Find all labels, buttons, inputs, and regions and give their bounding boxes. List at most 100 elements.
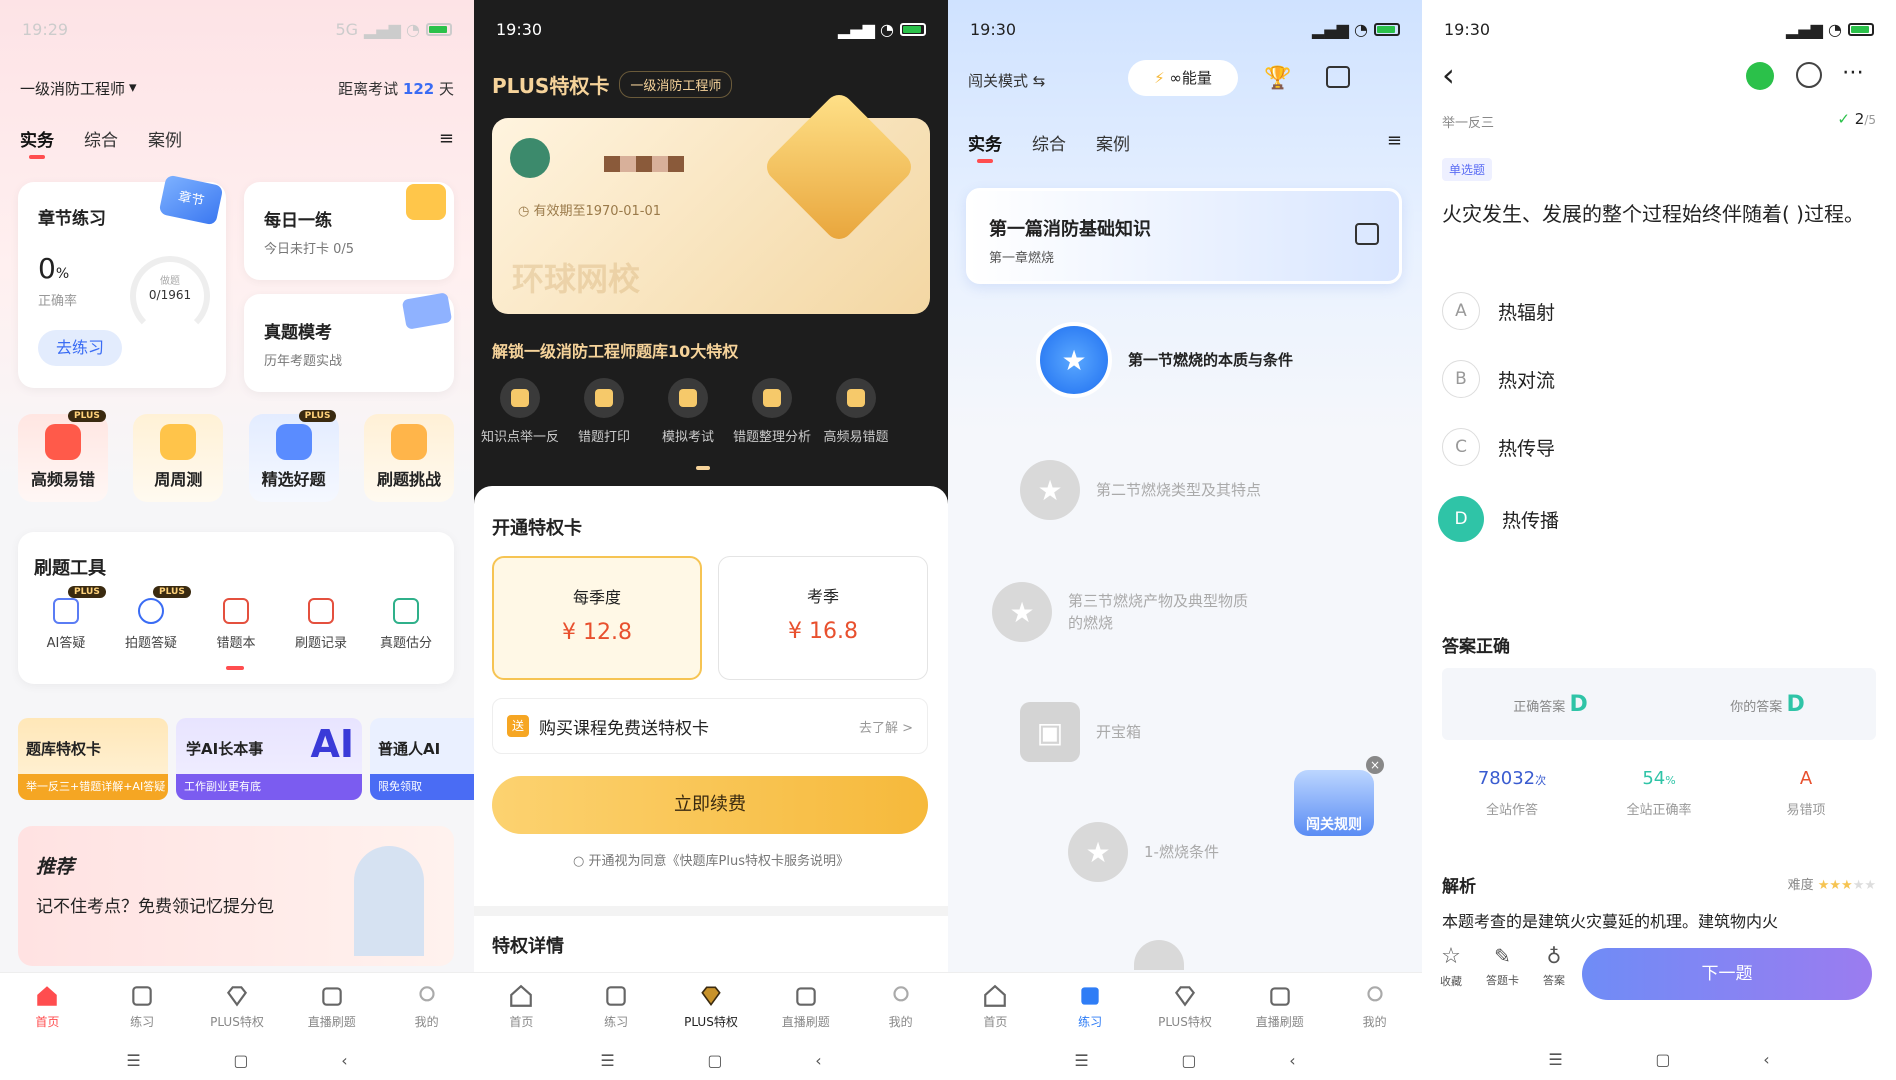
nav-home[interactable]: 首页 <box>7 983 87 1030</box>
back-icon[interactable]: ‹ <box>1763 1050 1769 1069</box>
favorite-button[interactable]: ☆ 收藏 <box>1440 944 1462 989</box>
rules-button[interactable]: 闯关规则 <box>1294 770 1374 836</box>
score-estimate-tool[interactable]: 真题估分 <box>366 598 446 651</box>
square-icon[interactable]: ▢ <box>1181 1051 1196 1070</box>
basket-icon[interactable] <box>1326 66 1350 88</box>
nav-mine[interactable]: 我的 <box>1335 983 1415 1030</box>
option-d[interactable]: D 热传播 <box>1438 496 1872 542</box>
selected-questions-button[interactable]: PLUS 精选好题 <box>248 410 339 502</box>
nav-live[interactable]: 直播刷题 <box>1240 983 1320 1030</box>
mock-exam-card[interactable]: 真题模考 历年考题实战 <box>244 292 454 392</box>
high-freq-errors-button[interactable]: PLUS 高频易错 <box>18 410 108 502</box>
gift-icon: 送 <box>507 715 529 737</box>
nav-plus[interactable]: PLUS特权 <box>1145 983 1225 1030</box>
mode-switch[interactable]: 闯关模式 ⇆ <box>968 70 1045 91</box>
back-icon[interactable]: ‹ <box>1289 1051 1295 1070</box>
square-icon[interactable]: ▢ <box>707 1051 722 1070</box>
home-icon <box>510 984 533 1007</box>
nav-home[interactable]: 首页 <box>955 983 1035 1030</box>
detail-section: 特权详情 <box>474 916 948 976</box>
level-node[interactable]: ★ 第三节燃烧产物及典型物质的燃烧 <box>992 582 1248 642</box>
renew-button[interactable]: 立即续费 <box>492 776 928 834</box>
level-node[interactable]: ★ 第二节燃烧类型及其特点 <box>1020 460 1276 520</box>
level-mode-screen: 19:30 ▂▄▆ ◔ 闯关模式 ⇆ ⚡ ∞能量 🏆 实务 综合 案例 ≡ 第一篇消… <box>948 0 1422 1080</box>
tab-shiwu[interactable]: 实务 <box>968 130 1002 163</box>
more-icon[interactable]: ⋯ <box>1842 60 1864 85</box>
back-icon[interactable]: ‹ <box>341 1051 347 1070</box>
nav-mine[interactable]: 我的 <box>387 983 467 1030</box>
bulb-icon: ♁ <box>1546 944 1562 968</box>
print-icon <box>584 378 624 418</box>
gift-row[interactable]: 送 购买课程免费送特权卡 去了解 > <box>492 698 928 754</box>
banner-privilege-card[interactable]: 题库特权卡 举一反三+错题详解+AI答疑 <box>18 718 168 800</box>
tab-zonghe[interactable]: 综合 <box>84 126 118 151</box>
sort-icon[interactable]: ≡ <box>1387 130 1402 151</box>
record-tool[interactable]: 刷题记录 <box>281 598 361 651</box>
wechat-icon[interactable] <box>1746 62 1774 90</box>
option-b[interactable]: B 热对流 <box>1442 360 1872 398</box>
privilege-item[interactable]: 知识点举一反 <box>478 378 562 445</box>
difficulty-stars: ★★★★★ <box>1818 878 1876 893</box>
avatar <box>510 138 550 178</box>
privilege-item[interactable]: 错题整理分析 <box>730 378 814 445</box>
weekly-test-button[interactable]: 周周测 <box>133 414 224 502</box>
sort-icon[interactable]: ≡ <box>439 128 454 149</box>
tab-zonghe[interactable]: 综合 <box>1032 130 1066 155</box>
banner-ai-free[interactable]: 普通人AI 限免领取 <box>370 718 474 800</box>
nav-practice[interactable]: 练习 <box>576 983 656 1030</box>
privilege-item[interactable]: 高频易错题 <box>814 378 898 445</box>
error-book-tool[interactable]: 错题本 <box>196 598 276 651</box>
check-icon: ✓ <box>1837 110 1850 128</box>
square-icon[interactable]: ▢ <box>1655 1050 1670 1069</box>
back-arrow-icon[interactable]: ‹ <box>1442 56 1455 94</box>
nav-practice[interactable]: 练习 <box>1050 983 1130 1030</box>
menu-icon[interactable]: ☰ <box>600 1051 614 1070</box>
recommend-card[interactable]: 推荐 记不住考点？免费领记忆提分包 <box>18 826 454 966</box>
chapter-card[interactable]: 第一篇消防基础知识 第一章燃烧 <box>966 188 1402 284</box>
pager-dot <box>226 666 244 670</box>
energy-pill[interactable]: ⚡ ∞能量 <box>1128 60 1238 96</box>
answer-button[interactable]: ♁ 答案 <box>1543 944 1565 989</box>
nav-plus[interactable]: PLUS特权 <box>671 983 751 1030</box>
close-icon[interactable]: × <box>1366 756 1384 774</box>
menu-icon[interactable]: ☰ <box>1548 1050 1562 1069</box>
next-question-button[interactable]: 下一题 <box>1582 948 1872 1000</box>
nav-live[interactable]: 直播刷题 <box>766 983 846 1030</box>
plan-season[interactable]: 考季 ¥ 16.8 <box>718 556 928 680</box>
nav-mine[interactable]: 我的 <box>861 983 941 1030</box>
nav-live[interactable]: 直播刷题 <box>292 983 372 1030</box>
nav-home[interactable]: 首页 <box>481 983 561 1030</box>
list-icon[interactable] <box>1355 223 1379 245</box>
tab-shiwu[interactable]: 实务 <box>20 126 54 159</box>
banner-ai-course[interactable]: 学AI长本事 AI 工作副业更有底 <box>176 718 362 800</box>
menu-icon[interactable]: ☰ <box>1074 1051 1088 1070</box>
options-list: A 热辐射 B 热对流 C 热传导 D 热传播 <box>1438 292 1872 572</box>
settings-icon[interactable] <box>1796 62 1822 88</box>
option-c[interactable]: C 热传导 <box>1442 428 1872 466</box>
challenge-button[interactable]: 刷题挑战 <box>363 414 454 502</box>
answer-card-button[interactable]: ✎ 答题卡 <box>1486 944 1519 989</box>
level-node[interactable]: ★ 1-燃烧条件 <box>1068 822 1324 882</box>
menu-icon[interactable]: ☰ <box>126 1051 140 1070</box>
nav-practice[interactable]: 练习 <box>102 983 182 1030</box>
option-a[interactable]: A 热辐射 <box>1442 292 1872 330</box>
treasure-node[interactable]: ▣ 开宝箱 <box>1020 702 1276 762</box>
photo-qa-tool[interactable]: PLUS 拍题答疑 <box>111 586 191 651</box>
nav-plus[interactable]: PLUS特权 <box>197 983 277 1030</box>
back-icon[interactable]: ‹ <box>815 1051 821 1070</box>
go-practice-button[interactable]: 去练习 <box>38 330 122 366</box>
privilege-item[interactable]: 模拟考试 <box>646 378 730 445</box>
trophy-icon[interactable]: 🏆 <box>1264 66 1291 91</box>
status-icons: 5G ▂▄▆ ◔ <box>335 20 452 39</box>
privilege-item[interactable]: 错题打印 <box>562 378 646 445</box>
square-icon[interactable]: ▢ <box>233 1051 248 1070</box>
tab-anli[interactable]: 案例 <box>148 126 182 151</box>
plan-quarterly[interactable]: 每季度 ¥ 12.8 <box>492 556 702 680</box>
daily-practice-card[interactable]: 每日一练 今日未打卡 0/5 <box>244 182 454 280</box>
agreement[interactable]: ○ 开通视为同意《快题库Plus特权卡服务说明》 <box>474 850 948 869</box>
ai-qa-tool[interactable]: PLUS AI答疑 <box>26 586 106 651</box>
tab-anli[interactable]: 案例 <box>1096 130 1130 155</box>
level-node-active[interactable]: ★ 第一节燃烧的本质与条件 <box>1036 322 1298 398</box>
exam-selector[interactable]: 一级消防工程师 ▾ <box>20 78 137 99</box>
chapter-practice-card[interactable]: 章节练习 章节 0% 正确率 做题 0/1961 去练习 <box>18 174 226 388</box>
